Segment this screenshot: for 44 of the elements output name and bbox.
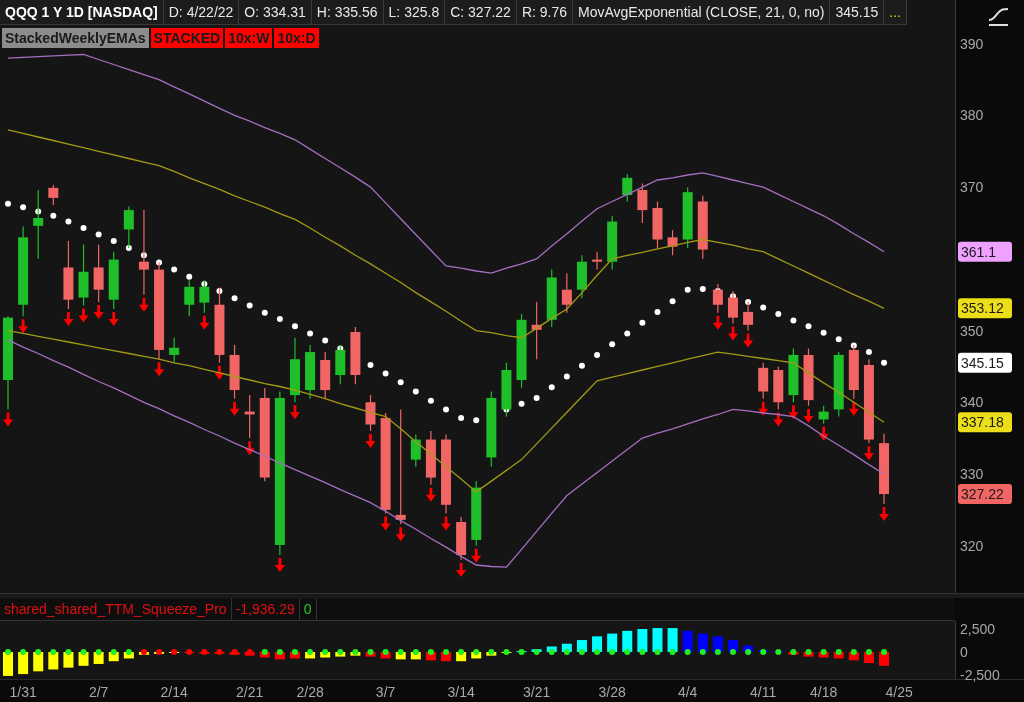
date-label: 2/21 (236, 684, 264, 700)
axis-label: -2,500 (960, 667, 1000, 683)
study-tag: StackedWeeklyEMAs (2, 28, 149, 48)
date-label: 2/7 (88, 684, 109, 700)
price-label: 337.18 (958, 412, 1012, 433)
date-label: 3/7 (375, 684, 396, 700)
price-label: 327.22 (958, 484, 1012, 505)
legend-field: H: 335.56 (311, 0, 384, 25)
axis-label: 390 (960, 35, 984, 52)
legend-field: R: 9.76 (516, 0, 574, 25)
date-label: 3/14 (447, 684, 475, 700)
price-label: 361.1 (958, 241, 1012, 262)
study-tag: 10x:W (225, 28, 273, 48)
legend-field: C: 327.22 (445, 0, 517, 25)
date-label: 4/25 (885, 684, 913, 700)
study-tag: STACKED (150, 28, 224, 48)
axis-label: 330 (960, 465, 984, 482)
date-label: 2/28 (296, 684, 324, 700)
date-label: 4/11 (750, 684, 777, 700)
symbol-label: QQQ 1 Y 1D [NASDAQ] (0, 0, 164, 25)
legend-field: O: 334.31 (239, 0, 312, 25)
legend-field: MovAvgExponential (CLOSE, 21, 0, no) (573, 0, 831, 25)
axis-label: 370 (960, 179, 984, 196)
axis-label: 0 (960, 644, 968, 660)
axis-label: 380 (960, 107, 984, 124)
axis-label: 2,500 (960, 621, 996, 637)
study-value: -1,936.29 (231, 598, 300, 620)
legend-field: L: 325.8 (383, 0, 446, 25)
date-label: 4/18 (810, 684, 838, 700)
legend-field: D: 4/22/22 (163, 0, 240, 25)
date-label: 3/21 (523, 684, 551, 700)
study-signal: 0 (299, 598, 317, 620)
date-label: 1/31 (9, 684, 37, 700)
price-label: 345.15 (958, 352, 1012, 373)
legend-field: 345.15 (830, 0, 885, 25)
date-label: 2/14 (160, 684, 188, 700)
date-label: 3/28 (598, 684, 626, 700)
axis-label: 340 (960, 394, 984, 411)
study-tag: 10x:D (274, 28, 319, 48)
axis-label: 320 (960, 537, 984, 554)
date-label: 4/4 (677, 684, 698, 700)
axis-label: 350 (960, 322, 984, 339)
price-label: 353.12 (958, 298, 1012, 319)
study-name: shared_shared_TTM_Squeeze_Pro (0, 598, 232, 620)
